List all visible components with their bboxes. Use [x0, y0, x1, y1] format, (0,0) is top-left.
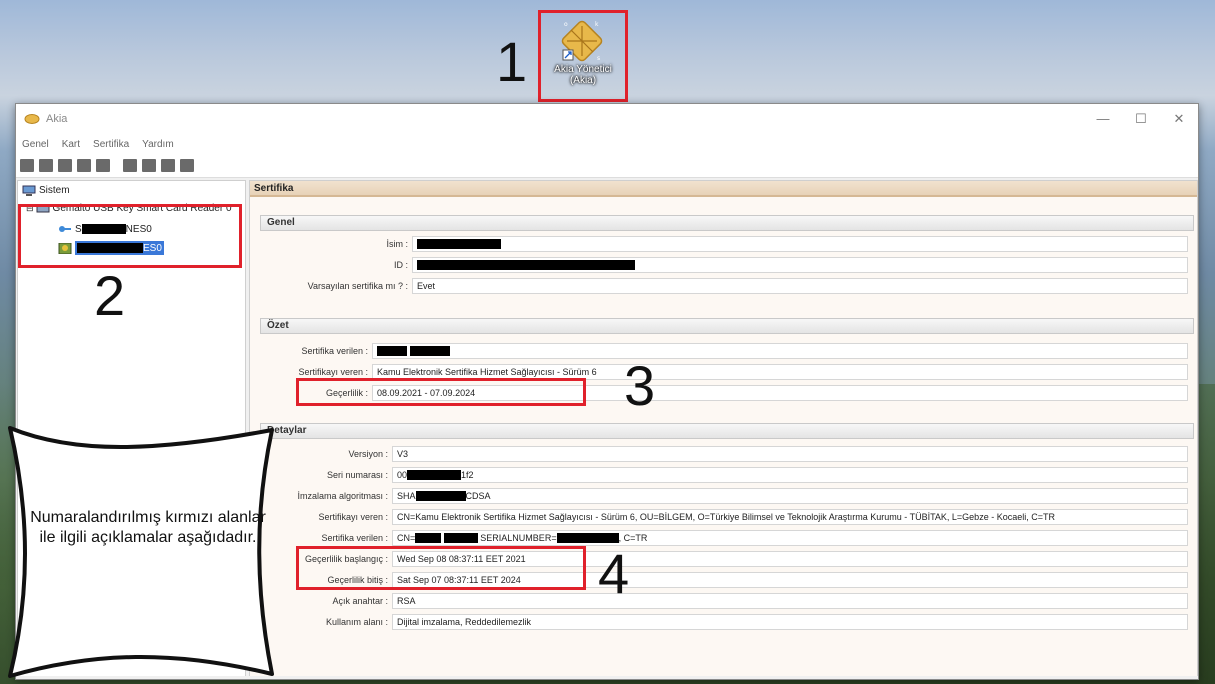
detay-veren-field[interactable]: CN=Kamu Elektronik Sertifika Hizmet Sağl…	[392, 508, 1188, 525]
certificate-icon[interactable]	[123, 159, 137, 172]
section-genel-title: Genel	[260, 215, 1194, 231]
redacted-block	[417, 239, 501, 250]
detay-veren-label: Sertifikayı veren :	[318, 511, 388, 522]
ozet-verilen-label: Sertifika verilen :	[301, 345, 368, 356]
seri-prefix: 00	[397, 469, 408, 480]
toolbar	[16, 154, 1198, 178]
redacted-block	[443, 533, 478, 544]
versiyon-label: Versiyon :	[348, 448, 388, 459]
redacted-block	[407, 470, 462, 481]
title-bar: Akia — ☐ ✕	[16, 104, 1198, 134]
computer-icon	[22, 185, 36, 196]
redacted-block	[415, 533, 442, 544]
anahtar-field[interactable]: RSA	[392, 592, 1188, 609]
versiyon-field[interactable]: V3	[392, 445, 1188, 462]
lock-icon[interactable]	[58, 159, 72, 172]
detay-verilen-field[interactable]: CN= SERIALNUMBER= , C=TR	[392, 529, 1188, 546]
annotation-number-3: 3	[624, 354, 656, 417]
verilen-mid: SERIALNUMBER=	[480, 532, 557, 543]
note-bubble-shape	[8, 426, 274, 678]
seri-label: Seri numarası :	[326, 469, 388, 480]
redacted-block	[417, 260, 635, 271]
window-title: Akia	[46, 113, 68, 125]
imza-suffix: CDSA	[465, 490, 491, 501]
ozet-verilen-field[interactable]	[372, 342, 1188, 359]
seri-field[interactable]: 00 1f2	[392, 466, 1188, 483]
seri-suffix: 1f2	[461, 469, 474, 480]
verilen-suffix: , C=TR	[618, 532, 648, 543]
kullanim-label: Kullanım alanı :	[325, 616, 388, 627]
ozet-veren-label: Sertifikayı veren :	[298, 366, 368, 377]
delete-icon[interactable]	[180, 159, 194, 172]
highlight-box-1	[538, 10, 628, 102]
varsayilan-label: Varsayılan sertifika mı ? :	[307, 280, 408, 291]
section-ozet-title: Özet	[260, 318, 1194, 334]
menu-sertifika[interactable]: Sertifika	[91, 139, 131, 150]
anahtar-label: Açık anahtar :	[332, 595, 388, 606]
highlight-box-4	[296, 546, 586, 590]
redacted-block	[409, 346, 450, 357]
minimize-button[interactable]: —	[1084, 111, 1122, 127]
highlight-box-2	[18, 204, 242, 268]
imza-prefix: SHA	[397, 490, 416, 501]
tree-root[interactable]: Sistem	[18, 181, 245, 199]
detay-verilen-label: Sertifika verilen :	[321, 532, 388, 543]
menu-kart[interactable]: Kart	[60, 139, 82, 150]
varsayilan-field[interactable]: Evet	[412, 277, 1188, 294]
tree-root-label: Sistem	[39, 184, 70, 196]
menu-yardim[interactable]: Yardım	[140, 139, 176, 150]
isim-field[interactable]	[412, 235, 1188, 252]
padlock-icon[interactable]	[96, 159, 110, 172]
annotation-number-2: 2	[94, 264, 126, 327]
certificate-panel: Sertifika Genel İsim : ID : Varsayılan s…	[249, 180, 1198, 678]
section-detaylar-title: Detaylar	[260, 423, 1194, 439]
highlight-box-3	[296, 378, 586, 406]
imza-field[interactable]: SHA CDSA	[392, 487, 1188, 504]
redacted-block	[415, 491, 466, 502]
id-field[interactable]	[412, 256, 1188, 273]
imza-label: İmzalama algoritması :	[297, 490, 388, 501]
redacted-block	[377, 346, 407, 357]
unlock-icon[interactable]	[77, 159, 91, 172]
certificate-view-icon[interactable]	[142, 159, 156, 172]
note-text: Numaralandırılmış kırmızı alanlar ile il…	[30, 509, 266, 546]
section-genel: Genel İsim : ID : Varsayılan sertifika m…	[260, 215, 1194, 310]
card-reader-remove-icon[interactable]	[39, 159, 53, 172]
verilen-prefix: CN=	[397, 532, 416, 543]
card-reader-icon[interactable]	[20, 159, 34, 172]
akia-app-icon	[24, 114, 40, 124]
maximize-button[interactable]: ☐	[1122, 111, 1160, 127]
panel-header: Sertifika	[250, 181, 1197, 197]
export-icon[interactable]	[161, 159, 175, 172]
kullanim-field[interactable]: Dijital imzalama, Reddedilemezlik	[392, 613, 1188, 630]
annotation-number-4: 4	[598, 542, 630, 605]
close-button[interactable]: ✕	[1160, 111, 1198, 127]
menu-genel[interactable]: Genel	[20, 139, 51, 150]
menu-bar: Genel Kart Sertifika Yardım	[16, 134, 1198, 154]
id-label: ID :	[393, 259, 408, 270]
annotation-number-1: 1	[496, 30, 528, 93]
isim-label: İsim :	[386, 238, 409, 249]
